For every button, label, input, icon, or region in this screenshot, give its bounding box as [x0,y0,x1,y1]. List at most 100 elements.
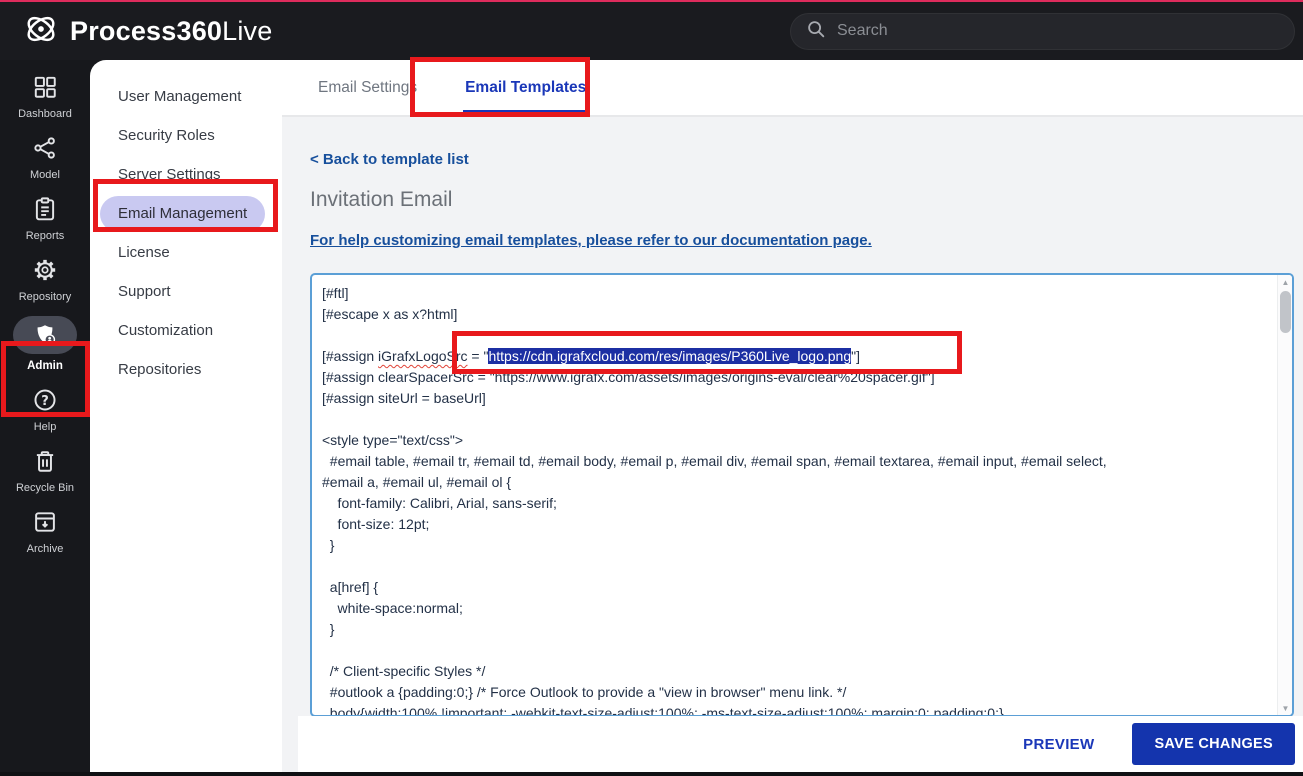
code-line [322,556,1277,577]
documentation-link[interactable]: For help customizing email templates, pl… [310,232,872,249]
code-line: body{width:100% !important; -webkit-text… [322,703,1277,715]
code-line: } [322,535,1277,556]
submenu-item-customization[interactable]: Customization [100,316,231,346]
email-template-content: < Back to template list Invitation Email… [282,117,1303,716]
sidebar-item-archive[interactable]: Archive [0,507,90,555]
main-pane: Email SettingsEmail Templates < Back to … [282,60,1303,772]
template-code: [#ftl] [#escape x as x?html] [#assign iGr… [312,275,1277,715]
recycle-bin-icon [32,446,58,476]
code-line: [#assign clearSpacerSrc = "https://www.i… [322,367,1277,388]
code-text: <style type="text/css"> [322,432,463,448]
sidebar-item-repository[interactable]: Repository [0,255,90,303]
model-icon [32,133,58,163]
tab-email-templates[interactable]: Email Templates [441,60,610,115]
sidebar-item-label: Archive [27,543,64,555]
tab-bar: Email SettingsEmail Templates [282,60,1303,117]
code-line: #email table, #email tr, #email td, #ema… [322,451,1277,472]
admin-submenu: User Management Security Roles Server Sett… [90,60,282,772]
sidebar-item-label: Admin [27,360,63,372]
sidebar-item-admin[interactable]: Admin [0,316,90,372]
code-line: } [322,619,1277,640]
bottom-border [0,772,1303,776]
code-text: /* Client-specific Styles */ [322,663,485,679]
save-changes-button[interactable]: SAVE CHANGES [1132,723,1295,765]
app-title: Process360Live [70,16,272,47]
submenu-item-support[interactable]: Support [100,277,189,307]
code-text: = " [468,348,489,364]
app-window: Process360Live Dashboard Model Reports Repo… [0,0,1303,776]
code-line: a[href] { [322,577,1277,598]
sidebar-item-label: Repository [19,291,72,303]
sidebar-item-label: Model [30,169,60,181]
sidebar-item-reports[interactable]: Reports [0,194,90,242]
code-text: body{width:100% !important; -webkit-text… [322,705,1004,715]
code-text: } [322,621,334,637]
misspelled-token: iGrafxLogoSrc [378,348,467,364]
code-text: [#assign clearSpacerSrc = "https://www.i… [322,369,935,385]
primary-sidebar: Dashboard Model Reports Repository Admin? Hel… [0,60,90,772]
sidebar-item-recycle-bin[interactable]: Recycle Bin [0,446,90,494]
back-to-template-list-link[interactable]: < Back to template list [310,151,469,168]
scroll-down-arrow-icon[interactable]: ▼ [1278,701,1293,715]
code-text: [#assign siteUrl = baseUrl] [322,390,486,406]
code-line: /* Client-specific Styles */ [322,661,1277,682]
code-text: #email a, #email ul, #email ol { [322,474,511,490]
repository-icon [32,255,58,285]
code-line: #outlook a {padding:0;} /* Force Outlook… [322,682,1277,703]
reports-icon [32,194,58,224]
admin-shield-icon [13,316,77,354]
brand: Process360Live [22,10,272,53]
code-line: font-size: 12pt; [322,514,1277,535]
scroll-up-arrow-icon[interactable]: ▲ [1278,275,1293,289]
code-text: font-family: Calibri, Arial, sans-serif; [322,495,557,511]
archive-icon [32,507,58,537]
code-text: [#assign [322,348,378,364]
sidebar-item-label: Dashboard [18,108,72,120]
sidebar-item-label: Reports [26,230,65,242]
code-text: font-size: 12pt; [322,516,429,532]
search-box [790,13,1295,50]
code-text: a[href] { [322,579,378,595]
code-line [322,325,1277,346]
sidebar-item-dashboard[interactable]: Dashboard [0,72,90,120]
search-input[interactable] [837,22,1280,40]
sidebar-item-label: Help [34,421,57,433]
scrollbar-thumb[interactable] [1280,291,1291,333]
editor-footer: PREVIEW SAVE CHANGES [298,716,1303,772]
sidebar-item-label: Recycle Bin [16,482,74,494]
code-text: [#escape x as x?html] [322,306,457,322]
selected-url-text: https://cdn.igrafxcloud.com/res/images/P… [488,348,851,364]
submenu-item-user-management[interactable]: User Management [100,82,259,112]
help-icon: ? [32,385,58,415]
code-text: #outlook a {padding:0;} /* Force Outlook… [322,684,846,700]
submenu-item-repositories[interactable]: Repositories [100,355,219,385]
code-line [322,640,1277,661]
top-bar: Process360Live [0,2,1303,60]
page-title: Invitation Email [310,188,1303,212]
submenu-item-server-settings[interactable]: Server Settings [100,160,239,190]
code-text: } [322,537,334,553]
code-line: <style type="text/css"> [322,430,1277,451]
template-code-editor[interactable]: [#ftl] [#escape x as x?html] [#assign iGr… [310,273,1294,716]
code-text: #email table, #email tr, #email td, #ema… [322,453,1107,469]
code-line [322,409,1277,430]
submenu-item-license[interactable]: License [100,238,188,268]
submenu-item-security-roles[interactable]: Security Roles [100,121,233,151]
code-line: #email a, #email ul, #email ol { [322,472,1277,493]
code-line: font-family: Calibri, Arial, sans-serif; [322,493,1277,514]
code-text: "] [851,348,860,364]
preview-button[interactable]: PREVIEW [1023,736,1094,753]
app-logo-icon [22,10,60,53]
code-text: white-space:normal; [322,600,463,616]
code-line: [#assign siteUrl = baseUrl] [322,388,1277,409]
sidebar-item-help[interactable]: ? Help [0,385,90,433]
code-line: [#escape x as x?html] [322,304,1277,325]
code-text: [#ftl] [322,285,348,301]
tab-email-settings[interactable]: Email Settings [294,60,441,115]
editor-scrollbar[interactable]: ▲ ▼ [1277,275,1292,715]
search-icon [805,18,827,45]
sidebar-item-model[interactable]: Model [0,133,90,181]
svg-text:?: ? [41,394,49,409]
submenu-item-email-management[interactable]: Email Management [100,196,265,232]
dashboard-icon [32,72,58,102]
